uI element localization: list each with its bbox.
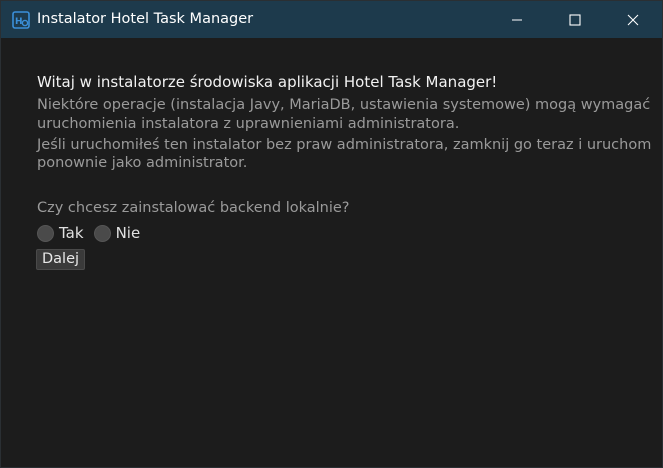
svg-text:H: H bbox=[15, 17, 23, 27]
radio-no-label[interactable]: Nie bbox=[116, 224, 141, 242]
app-icon: H bbox=[12, 11, 30, 29]
installer-window: H Instalator Hotel Task Manager Witaj w … bbox=[0, 0, 663, 468]
admin-note-line: Niektóre operacje (instalacja Javy, Mari… bbox=[37, 97, 651, 113]
close-button[interactable] bbox=[604, 1, 662, 38]
close-icon bbox=[627, 14, 639, 25]
maximize-icon bbox=[569, 13, 581, 26]
radio-circle-yes[interactable] bbox=[37, 224, 54, 242]
title-bar[interactable]: H Instalator Hotel Task Manager bbox=[1, 1, 662, 38]
welcome-heading: Witaj w instalatorze środowiska aplikacj… bbox=[37, 73, 498, 91]
radio-no[interactable]: Nie bbox=[93, 224, 141, 242]
next-button[interactable]: Dalej bbox=[36, 249, 86, 270]
admin-note-line: uruchomienia instalatora z uprawnieniami… bbox=[37, 116, 460, 132]
window-title: Instalator Hotel Task Manager bbox=[37, 11, 254, 27]
admin-note-line: Jeśli uruchomiłeś ten instalator bez pra… bbox=[37, 137, 652, 153]
minimize-button[interactable] bbox=[488, 1, 546, 38]
install-choice-group: Tak Nie bbox=[37, 223, 150, 243]
minimize-icon bbox=[512, 19, 522, 20]
radio-yes-label[interactable]: Tak bbox=[59, 224, 84, 242]
admin-note-line: ponownie jako administrator. bbox=[37, 155, 248, 171]
radio-circle-no[interactable] bbox=[93, 224, 111, 242]
radio-yes[interactable]: Tak bbox=[37, 224, 84, 242]
install-question: Czy chcesz zainstalować backend lokalnie… bbox=[37, 200, 350, 216]
maximize-button[interactable] bbox=[546, 1, 604, 38]
